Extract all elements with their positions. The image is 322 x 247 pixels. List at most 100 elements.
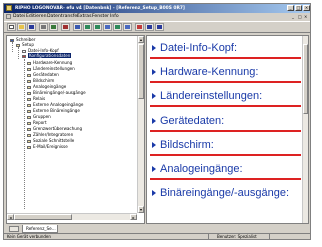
tree-item-label: Grenzwertüberwachung (33, 126, 83, 131)
tree-item[interactable]: Analogeingänge (27, 84, 66, 89)
tree-vertical-scrollbar[interactable]: ▴ ▾ (137, 36, 144, 213)
tree-item-label: E-Mail/Ereignisse (33, 144, 68, 149)
menu-bar: Datei Editieren Datentransfer Extras Fen… (4, 13, 310, 21)
scroll-thumb[interactable] (138, 44, 144, 99)
tree-item-label: Soziale Schnittstelle (33, 138, 75, 143)
scroll-thumb[interactable] (303, 44, 308, 114)
tree-item[interactable]: Zähler/Integratoren (27, 132, 73, 137)
page-icon (27, 97, 31, 101)
menu-fenster[interactable]: Fenster (92, 13, 109, 21)
tree-node-setup[interactable]: Setup (16, 42, 34, 47)
refresh-icon[interactable] (113, 23, 122, 31)
page-icon (27, 103, 31, 107)
menu-datei[interactable]: Datei (13, 13, 25, 21)
user-status: Benutzer: Spezialist (208, 234, 270, 239)
list-icon[interactable] (145, 23, 154, 31)
help-icon[interactable] (155, 23, 164, 31)
setup-icon[interactable] (73, 23, 82, 31)
tree-item-label: Gerätedaten (33, 72, 59, 77)
mdi-close-button[interactable]: × (304, 13, 307, 21)
tree-node-configuration[interactable]: Konfigurationsdaten (22, 53, 72, 58)
new-icon[interactable] (7, 23, 16, 31)
tree-connector (18, 47, 19, 59)
tree-item-label: Zähler/Integratoren (33, 132, 74, 137)
mdi-restore-button[interactable]: □ (298, 13, 302, 21)
compare-icon[interactable] (103, 23, 112, 31)
document-icon (9, 226, 19, 232)
tree-item[interactable]: Grenzwertüberwachung (27, 126, 82, 131)
page-icon (27, 133, 31, 137)
write-icon[interactable] (93, 23, 102, 31)
content-vertical-scrollbar[interactable] (302, 36, 308, 223)
tree-item-label: Externe Analogeingänge (33, 102, 84, 107)
section-heading[interactable]: Datei-Info-Kopf: (150, 39, 301, 59)
section-title: Hardware-Kennung: (160, 66, 259, 78)
tree-item-label: Binäreingänge/-ausgänge (33, 90, 86, 95)
page-icon (27, 85, 31, 89)
section-heading[interactable]: Hardware-Kennung: (150, 63, 301, 83)
page-icon (27, 91, 31, 95)
page-icon (27, 67, 31, 71)
print-icon[interactable] (39, 23, 48, 31)
tree-item[interactable]: Relais (27, 96, 45, 101)
tree-item[interactable]: Report (27, 120, 47, 125)
menu-datentransfer[interactable]: Datentransfer (47, 13, 79, 21)
save-icon[interactable] (27, 23, 36, 31)
section-heading[interactable]: Analogeingänge: (150, 160, 301, 180)
tree-horizontal-scrollbar[interactable]: ◂ ▸ (7, 213, 137, 220)
tree-item[interactable]: Soziale Schnittstelle (27, 138, 74, 143)
arrow-icon (152, 69, 156, 75)
tree-item[interactable]: E-Mail/Ereignisse (27, 144, 68, 149)
app-icon[interactable] (6, 5, 12, 11)
section-heading[interactable]: Bildschirm: (150, 136, 301, 156)
page-icon (27, 127, 31, 131)
menu-info[interactable]: Info (110, 13, 119, 21)
navigation-tree[interactable]: Schreiber Setup Datei-Info-Kopf Konfigur… (6, 35, 145, 224)
send-icon[interactable] (49, 23, 58, 31)
page-icon (27, 121, 31, 125)
section-title: Gerätedaten: (160, 115, 225, 127)
section-title: Bildschirm: (160, 139, 214, 151)
open-icon[interactable] (17, 23, 26, 31)
content-pane[interactable]: Datei-Info-Kopf: Hardware-Kennung: Lände… (146, 35, 309, 224)
menu-editieren[interactable]: Editieren (26, 13, 47, 21)
mdi-minimize-button[interactable]: _ (292, 13, 294, 21)
scroll-up-icon[interactable]: ▴ (138, 36, 144, 43)
tree-item-label: Ländereinstellungen (33, 66, 75, 71)
scroll-left-icon[interactable]: ◂ (7, 214, 14, 220)
application-window: RIPHO LOGONOVAR- efu v4 [Datenbnk] - [Re… (3, 3, 311, 240)
scroll-down-icon[interactable]: ▾ (138, 206, 144, 213)
page-icon (27, 145, 31, 149)
simulate-icon[interactable] (135, 23, 144, 31)
close-button[interactable]: × (303, 5, 310, 11)
menu-extras[interactable]: Extras (77, 13, 92, 21)
screen: RIPHO LOGONOVAR- efu v4 [Datenbnk] - [Re… (0, 0, 322, 247)
section-heading[interactable]: Ländereinstellungen: (150, 87, 301, 107)
maximize-button[interactable]: □ (295, 5, 302, 11)
folder-icon (16, 43, 20, 47)
document-tab[interactable]: Referenz_Se... (22, 225, 58, 233)
scroll-right-icon[interactable]: ▸ (130, 214, 137, 220)
tree-item[interactable]: Externe Analogeingänge (27, 102, 83, 107)
tree-item-label: Externe Binäreingänge (33, 108, 80, 113)
tree-item[interactable]: Binäreingänge/-ausgänge (27, 90, 86, 95)
minimize-button[interactable]: _ (287, 5, 294, 11)
tree-item[interactable]: Bildschirm (27, 78, 54, 83)
read-icon[interactable] (83, 23, 92, 31)
tree-item[interactable]: Gerätedaten (27, 72, 59, 77)
tree-item-label: Hardware-Kennung (33, 60, 73, 65)
connect-icon[interactable] (61, 23, 70, 31)
tree-item[interactable]: Ländereinstellungen (27, 66, 75, 71)
tree-item[interactable]: Externe Binäreingänge (27, 108, 80, 113)
tree-item[interactable]: Gruppen (27, 114, 51, 119)
online-icon[interactable] (123, 23, 132, 31)
toolbar (4, 21, 310, 33)
section-heading[interactable]: Gerätedaten: (150, 112, 301, 132)
arrow-icon (152, 190, 156, 196)
status-bar: Kein Gerät verbunden Benutzer: Spezialis… (4, 233, 310, 239)
scroll-thumb[interactable] (14, 214, 72, 220)
tree-item[interactable]: Hardware-Kennung (27, 60, 72, 65)
title-bar[interactable]: RIPHO LOGONOVAR- efu v4 [Datenbnk] - [Re… (4, 4, 310, 13)
section-heading[interactable]: Binäreingänge/-ausgänge: (150, 184, 301, 204)
document-icon[interactable] (6, 14, 11, 19)
